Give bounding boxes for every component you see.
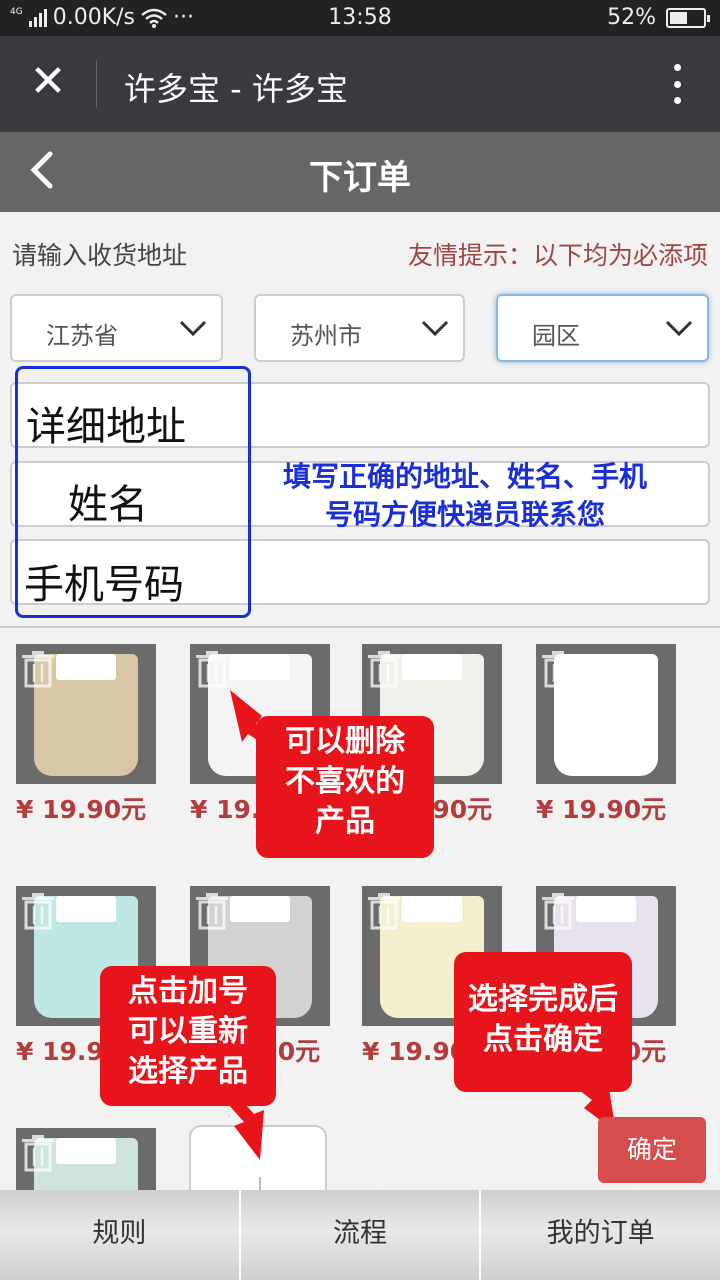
callout-delete: 可以删除 不喜欢的 产品 [256, 716, 434, 858]
nav-my-orders[interactable]: 我的订单 [481, 1190, 720, 1280]
bottom-nav: 规则 流程 我的订单 [0, 1190, 720, 1280]
nav-process[interactable]: 流程 [240, 1190, 482, 1280]
nav-rules[interactable]: 规则 [0, 1190, 241, 1280]
confirm-button[interactable]: 确定 [598, 1117, 706, 1183]
callout-confirm: 选择完成后 点击确定 [454, 952, 632, 1092]
callout-add: 点击加号 可以重新 选择产品 [100, 966, 276, 1106]
